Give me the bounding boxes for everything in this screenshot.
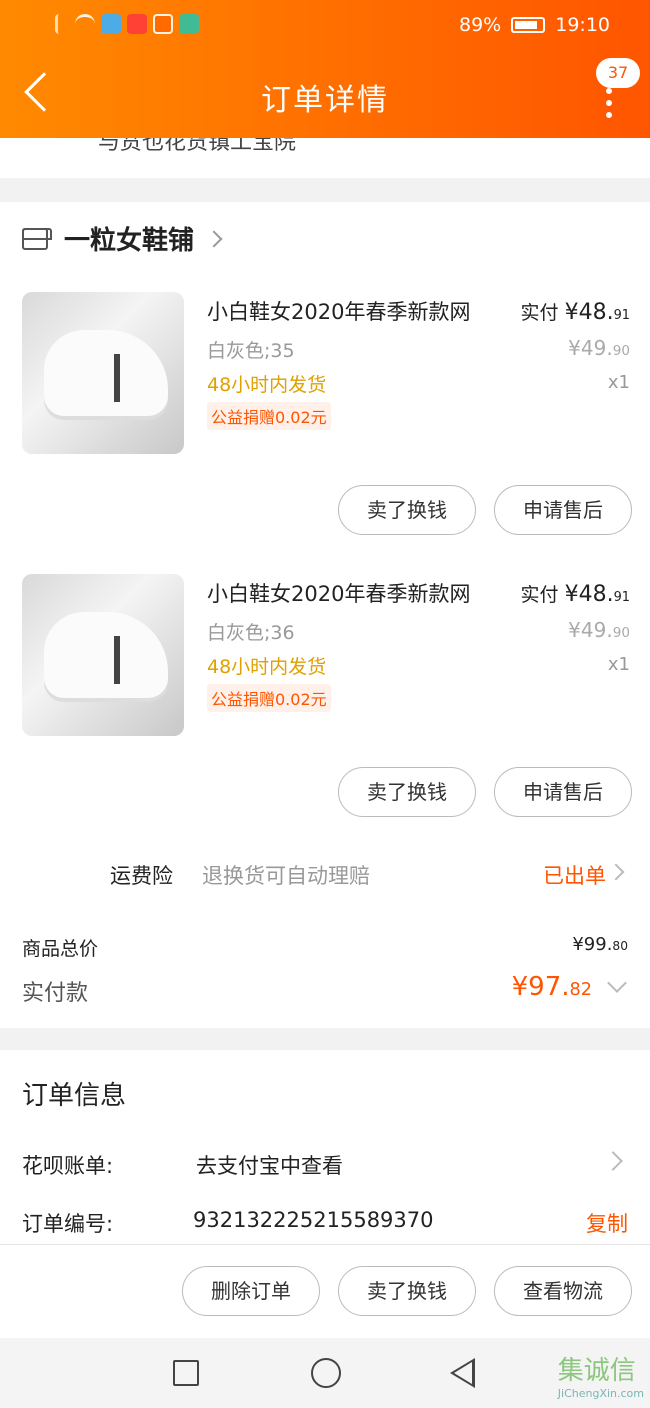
order-item[interactable]: 小白鞋女2020年春季新款网 白灰色;36 48小时内发货 公益捐赠0.02元 … xyxy=(0,574,650,834)
status-bar: 89% 19:10 xyxy=(0,10,650,42)
recents-icon[interactable] xyxy=(173,1360,199,1386)
shoe-image xyxy=(44,330,168,416)
watermark-sub: JiChengXin.com xyxy=(557,1387,644,1400)
goods-total-value: ¥99.80 xyxy=(572,934,628,955)
book-app-icon xyxy=(179,14,199,34)
paid-int: ¥48. xyxy=(564,582,614,607)
status-right: 89% 19:10 xyxy=(459,14,610,36)
shipping-note: 48小时内发货 xyxy=(207,374,327,396)
video-app-icon xyxy=(127,14,147,34)
quantity: x1 xyxy=(607,654,630,675)
delete-order-button[interactable]: 删除订单 xyxy=(182,1266,320,1316)
orig-int: ¥49. xyxy=(568,336,613,360)
original-price: ¥49.90 xyxy=(568,336,630,360)
donation-tag: 公益捐赠0.02元 xyxy=(207,684,331,712)
insurance-desc: 退换货可自动理赔 xyxy=(202,864,370,888)
paid-label: 实付 xyxy=(520,302,559,324)
paid-label: 实付 xyxy=(520,584,559,606)
product-thumbnail[interactable] xyxy=(22,574,184,736)
paid-total-dec: 82 xyxy=(569,980,593,1000)
sell-item-button[interactable]: 卖了换钱 xyxy=(338,767,476,817)
quantity: x1 xyxy=(607,372,630,393)
shop-header[interactable]: 一粒女鞋铺 xyxy=(22,220,223,257)
order-info-title: 订单信息 xyxy=(22,1081,127,1111)
battery-icon xyxy=(511,17,546,33)
total-dec: 80 xyxy=(612,939,628,953)
orig-int: ¥49. xyxy=(568,618,613,642)
watermark-text: 集诚信 xyxy=(557,1356,636,1386)
back-icon[interactable] xyxy=(450,1358,475,1388)
more-menu-icon[interactable] xyxy=(606,88,612,118)
battery-percent: 89% xyxy=(459,14,502,36)
view-logistics-button[interactable]: 查看物流 xyxy=(494,1266,632,1316)
product-thumbnail[interactable] xyxy=(22,292,184,454)
message-count-badge: 37 xyxy=(596,58,640,88)
signal-icon xyxy=(55,14,69,34)
order-item[interactable]: 小白鞋女2020年春季新款网 白灰色;35 48小时内发货 公益捐赠0.02元 … xyxy=(0,292,650,552)
watermark-logo: 集诚信 JiChengXin.com xyxy=(558,1350,644,1400)
bottom-action-bar: 删除订单 卖了换钱 查看物流 xyxy=(0,1244,650,1338)
paid-price: 实付 ¥48.91 xyxy=(521,580,630,607)
app-header: 89% 19:10 订单详情 37 xyxy=(0,0,650,138)
taobao-app-icon xyxy=(153,14,173,34)
insurance-label: 运费险 xyxy=(110,864,173,888)
product-variant: 白灰色;36 xyxy=(207,622,295,644)
huabei-link[interactable]: 去支付宝中查看 xyxy=(196,1150,343,1180)
shoe-image xyxy=(44,612,168,698)
after-sales-button[interactable]: 申请售后 xyxy=(494,485,632,535)
original-price: ¥49.90 xyxy=(568,618,630,642)
sell-item-button[interactable]: 卖了换钱 xyxy=(338,485,476,535)
huabei-label: 花呗账单: xyxy=(22,1154,114,1178)
status-icons xyxy=(55,14,199,34)
amount-paid-label: 实付款 xyxy=(22,981,89,1006)
page-title: 订单详情 xyxy=(261,83,389,118)
shop-name: 一粒女鞋铺 xyxy=(64,226,195,256)
copy-button[interactable]: 复制 xyxy=(586,1208,628,1238)
system-nav-bar xyxy=(0,1338,650,1408)
orig-dec: 90 xyxy=(612,625,630,641)
order-number-label: 订单编号: xyxy=(22,1212,114,1236)
wifi-icon xyxy=(75,14,95,34)
shop-icon xyxy=(22,227,52,250)
total-int: ¥99. xyxy=(572,934,613,955)
bulb-app-icon xyxy=(101,14,121,34)
paid-dec: 91 xyxy=(613,590,630,605)
goods-total-label: 商品总价 xyxy=(22,938,99,960)
order-number-value: 932132225215589370 xyxy=(193,1208,434,1232)
insurance-status-link[interactable]: 已出单 xyxy=(543,860,606,890)
paid-price: 实付 ¥48.91 xyxy=(521,298,630,325)
chevron-right-icon xyxy=(205,230,223,247)
orig-dec: 90 xyxy=(612,343,630,359)
clock: 19:10 xyxy=(555,14,610,36)
sell-button[interactable]: 卖了换钱 xyxy=(338,1266,476,1316)
address-text: 与贲也花货镇工宝院 xyxy=(98,138,297,155)
paid-total-int: ¥97. xyxy=(511,972,570,1002)
address-strip: 与贲也花货镇工宝院 xyxy=(0,138,650,178)
after-sales-button[interactable]: 申请售后 xyxy=(494,767,632,817)
paid-dec: 91 xyxy=(613,308,630,323)
product-name: 小白鞋女2020年春季新款网 xyxy=(207,300,471,324)
paid-int: ¥48. xyxy=(564,300,614,325)
home-icon[interactable] xyxy=(311,1358,341,1388)
product-name: 小白鞋女2020年春季新款网 xyxy=(207,582,471,606)
donation-tag: 公益捐赠0.02元 xyxy=(207,402,331,430)
amount-paid-value: ¥97.82 xyxy=(512,972,592,1002)
shipping-note: 48小时内发货 xyxy=(207,656,327,678)
product-variant: 白灰色;35 xyxy=(207,340,295,362)
